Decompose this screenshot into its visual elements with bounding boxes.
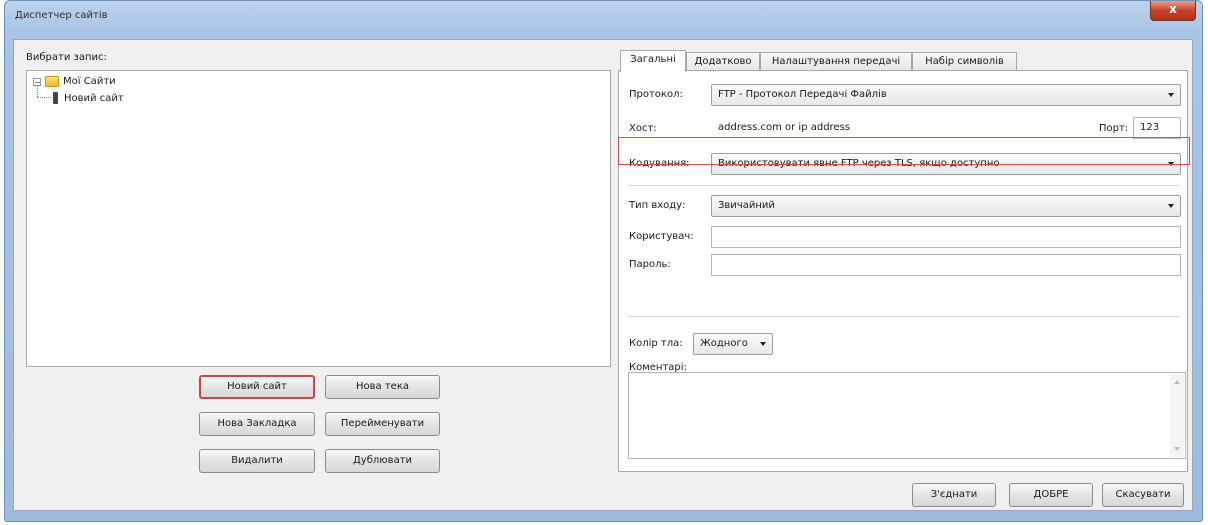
chevron-down-icon xyxy=(760,342,766,346)
new-site-button[interactable]: Новий сайт xyxy=(199,375,315,399)
dialog-client-area: Вибрати запис: − Мої Сайти Новий сайт Но… xyxy=(13,39,1193,511)
scroll-down-icon[interactable] xyxy=(1174,447,1180,451)
site-tree[interactable]: − Мої Сайти Новий сайт xyxy=(26,70,611,367)
bg-color-label: Колір тла: xyxy=(629,338,683,349)
connect-button[interactable]: З'єднати xyxy=(912,483,996,507)
tree-item-label: Мої Сайти xyxy=(63,76,116,87)
folder-icon xyxy=(45,76,59,87)
password-input[interactable] xyxy=(711,254,1181,276)
delete-button[interactable]: Видалити xyxy=(199,449,315,473)
logon-type-value: Звичайний xyxy=(718,200,775,211)
collapse-icon[interactable]: − xyxy=(33,77,41,86)
tab-charset[interactable]: Набір символів xyxy=(912,52,1017,71)
tree-item-my-sites[interactable]: − Мої Сайти xyxy=(33,76,116,87)
new-folder-button[interactable]: Нова тека xyxy=(325,375,440,399)
logon-type-select[interactable]: Звичайний xyxy=(711,195,1181,217)
site-manager-window: Диспетчер сайтів x Вибрати запис: − Мої … xyxy=(4,0,1203,522)
divider xyxy=(627,316,1179,317)
new-bookmark-button[interactable]: Нова Закладка xyxy=(199,412,315,436)
protocol-label: Протокол: xyxy=(629,89,683,100)
port-label: Порт: xyxy=(1099,123,1129,134)
logon-type-label: Тип входу: xyxy=(629,200,686,211)
tab-transfer-settings[interactable]: Налаштування передачі xyxy=(760,52,912,71)
tab-advanced[interactable]: Додатково xyxy=(686,52,760,71)
host-label: Хост: xyxy=(629,123,657,134)
bg-color-select[interactable]: Жодного xyxy=(693,333,773,355)
window-title: Диспетчер сайтів xyxy=(15,10,108,21)
user-input[interactable] xyxy=(711,226,1181,248)
rename-button[interactable]: Перейменувати xyxy=(325,412,440,436)
user-label: Користувач: xyxy=(629,231,694,242)
duplicate-button[interactable]: Дублювати xyxy=(325,449,440,473)
chevron-down-icon xyxy=(1168,93,1174,97)
tree-item-label: Новий сайт xyxy=(64,92,124,104)
password-label: Пароль: xyxy=(629,259,671,270)
port-input[interactable]: 123 xyxy=(1133,117,1181,139)
comments-textarea[interactable] xyxy=(628,372,1186,459)
select-entry-label: Вибрати запис: xyxy=(26,52,107,63)
protocol-value: FTP - Протокол Передачі Файлів xyxy=(718,89,887,100)
scrollbar[interactable] xyxy=(1170,374,1184,457)
title-bar[interactable]: Диспетчер сайтів x xyxy=(5,1,1202,31)
cancel-button[interactable]: Скасувати xyxy=(1102,483,1184,507)
divider xyxy=(627,185,1179,186)
bg-color-value: Жодного xyxy=(700,338,748,349)
tab-general[interactable]: Загальні xyxy=(620,50,686,72)
scroll-up-icon[interactable] xyxy=(1174,380,1180,384)
host-row-highlight xyxy=(618,137,1190,165)
ok-button[interactable]: ДОБРЕ xyxy=(1009,483,1093,507)
protocol-select[interactable]: FTP - Протокол Передачі Файлів xyxy=(711,84,1181,106)
server-icon xyxy=(53,92,58,104)
tree-connector xyxy=(37,97,51,98)
host-input[interactable]: address.com or ip address xyxy=(711,117,1089,139)
close-button[interactable]: x xyxy=(1150,1,1196,21)
tree-item-new-site[interactable]: Новий сайт xyxy=(53,92,124,104)
close-icon: x xyxy=(1169,2,1177,16)
tree-connector xyxy=(37,86,38,97)
chevron-down-icon xyxy=(1168,204,1174,208)
